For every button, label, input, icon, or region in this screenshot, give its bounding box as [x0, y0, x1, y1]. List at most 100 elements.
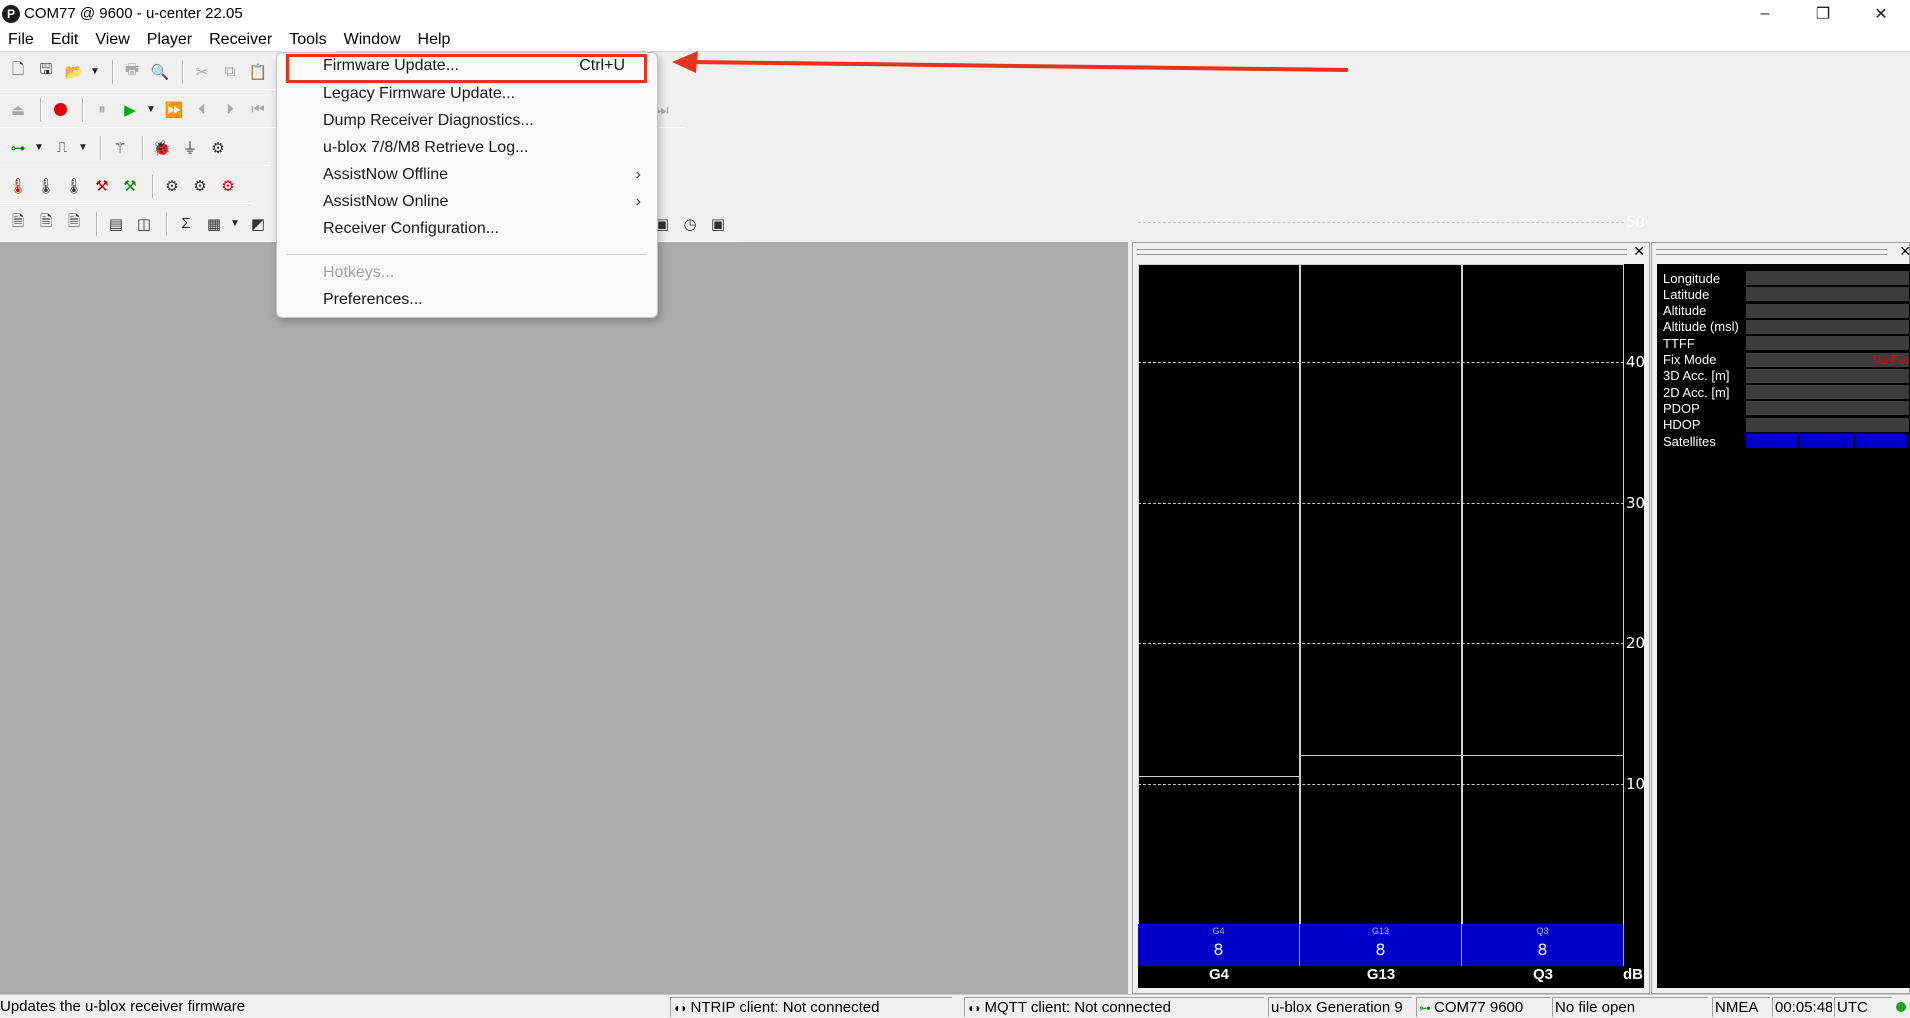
- chart-icon[interactable]: ◩: [246, 212, 270, 236]
- debug-bug-icon[interactable]: 🐞: [150, 136, 174, 160]
- panel-grip[interactable]: [1656, 249, 1887, 255]
- window-controls: – ❐ ✕: [1736, 0, 1910, 27]
- copy-icon[interactable]: ⧉: [218, 60, 242, 84]
- data-row: Altitude (msl): [1663, 319, 1909, 335]
- signal-level-bar: [1300, 755, 1462, 757]
- cut-icon[interactable]: ✂: [190, 60, 214, 84]
- baudrate-dropdown-icon[interactable]: ▼: [78, 142, 90, 153]
- print-icon[interactable]: 🖶: [120, 60, 144, 84]
- status-generation: u-blox Generation 9: [1268, 997, 1412, 1017]
- workspace-area: [0, 242, 1128, 994]
- panel-close-icon[interactable]: ✕: [1633, 243, 1645, 260]
- satellite-count: 8: [1375, 940, 1386, 959]
- tools-menu-item[interactable]: AssistNow Online ›: [323, 189, 641, 215]
- clock-icon[interactable]: ◷: [678, 212, 702, 236]
- menu-separator: [287, 254, 647, 255]
- signal-level-bar: [1462, 755, 1624, 757]
- tools-menu-item[interactable]: u-blox 7/8/M8 Retrieve Log...: [323, 135, 641, 161]
- statistics-icon[interactable]: Σ: [174, 212, 198, 236]
- fast-forward-icon[interactable]: ⏩: [162, 98, 186, 122]
- toolbar-separator: [40, 97, 42, 122]
- menu-window[interactable]: Window: [336, 27, 410, 52]
- open-dropdown-icon[interactable]: ▼: [90, 66, 102, 77]
- reset-config-icon[interactable]: ⚒: [90, 174, 114, 198]
- satellite-indicator: [1746, 434, 1799, 448]
- gear-icon[interactable]: ⚙: [188, 174, 212, 198]
- tools-menu-item-label: Dump Receiver Diagnostics...: [323, 112, 534, 129]
- play-dropdown-icon[interactable]: ▼: [146, 104, 158, 115]
- menu-edit[interactable]: Edit: [43, 27, 88, 52]
- panel-close-icon[interactable]: ✕: [1899, 243, 1910, 260]
- packet-console-icon[interactable]: 🗎: [34, 212, 58, 236]
- print-preview-icon[interactable]: 🔍: [148, 60, 172, 84]
- text-console-icon[interactable]: 🗎: [62, 212, 86, 236]
- y-axis-tick-label: 50: [1626, 212, 1646, 231]
- status-ntrip-text: NTRIP client: Not connected: [690, 999, 880, 1016]
- satellite-box: Q3 8: [1462, 924, 1624, 966]
- record-icon[interactable]: [48, 98, 72, 122]
- tools-menu-item[interactable]: Dump Receiver Diagnostics...: [323, 108, 641, 134]
- cold-start-icon[interactable]: 🌡: [62, 174, 86, 198]
- data-row-label: Fix Mode: [1663, 352, 1717, 367]
- pause-icon[interactable]: ⏸: [90, 98, 114, 122]
- y-axis-tick-label: 30: [1626, 493, 1646, 512]
- signal-chart: 50 40 30 20 10 G4 8 G4 G13 8 G13 Q3 8 Q3 dB: [1138, 213, 1646, 988]
- menu-tools[interactable]: Tools: [281, 26, 336, 52]
- tools-menu-item[interactable]: AssistNow Offline ›: [323, 162, 641, 188]
- paste-icon[interactable]: 📋: [246, 60, 270, 84]
- x-axis-satellite-label: Q3: [1532, 966, 1553, 983]
- tools-menu-item[interactable]: Legacy Firmware Update...: [323, 81, 641, 107]
- status-mqtt: ◖◗ MQTT client: Not connected: [964, 997, 1264, 1017]
- save-config-icon[interactable]: ⚒: [118, 174, 142, 198]
- data-row-value: [1746, 385, 1909, 400]
- gear-icon[interactable]: ⚙: [160, 174, 184, 198]
- tools-menu-item[interactable]: Receiver Configuration...: [323, 216, 641, 242]
- tools-menu-item: Hotkeys...: [323, 260, 641, 286]
- close-button[interactable]: ✕: [1852, 0, 1910, 27]
- data-table: Longitude Latitude Altitude Altitude (msl) T…: [1657, 264, 1910, 988]
- menu-help[interactable]: Help: [410, 27, 460, 52]
- data-row: TTFF: [1663, 335, 1909, 351]
- settings-sliders-icon[interactable]: ⚙: [206, 136, 230, 160]
- grid-icon[interactable]: ▦: [202, 212, 226, 236]
- title-bar: P COM77 @ 9600 - u-center 22.05 – ❐ ✕: [0, 0, 1910, 27]
- new-file-icon[interactable]: 🗋: [6, 60, 30, 84]
- menu-player[interactable]: Player: [139, 27, 201, 52]
- eject-icon[interactable]: ⏏: [6, 98, 30, 122]
- skip-start-icon[interactable]: ⏮: [246, 98, 270, 122]
- open-folder-icon[interactable]: 📂: [62, 60, 86, 84]
- split-view-icon[interactable]: ◫: [132, 212, 156, 236]
- play-icon[interactable]: ▶: [118, 98, 142, 122]
- baudrate-icon[interactable]: ⎍: [50, 136, 74, 160]
- toolbar-reset: 🌡 🌡 🌡 ⚒ ⚒ ⚙ ⚙ ⚙: [0, 168, 252, 204]
- minimize-button[interactable]: –: [1736, 0, 1794, 27]
- connection-dropdown-icon[interactable]: ▼: [34, 142, 46, 153]
- step-back-icon[interactable]: ⏴: [190, 98, 214, 122]
- table-view-icon[interactable]: ▤: [104, 212, 128, 236]
- panel-grip[interactable]: [1137, 249, 1627, 255]
- restore-button[interactable]: ❐: [1794, 0, 1852, 27]
- menu-receiver[interactable]: Receiver: [201, 27, 281, 52]
- gear-red-icon[interactable]: ⚙: [216, 174, 240, 198]
- step-forward-icon[interactable]: ⏵: [218, 98, 242, 122]
- poll-icon[interactable]: ⏚: [178, 136, 202, 160]
- message-view-icon[interactable]: 🗎: [6, 212, 30, 236]
- warm-start-icon[interactable]: 🌡: [34, 174, 58, 198]
- menu-view[interactable]: View: [87, 27, 138, 52]
- autobaud-wand-icon[interactable]: ⚚: [108, 136, 132, 160]
- save-icon[interactable]: 🖫: [34, 60, 58, 84]
- tools-menu-item[interactable]: Preferences...: [323, 287, 641, 313]
- connection-icon[interactable]: ⊶: [6, 136, 30, 160]
- sky-view-icon[interactable]: ▣: [706, 212, 730, 236]
- mqtt-icon: ◖◗: [967, 1001, 982, 1015]
- status-hint: Updates the u-blox receiver firmware: [0, 998, 246, 1015]
- status-indicator-icon: [1896, 997, 1910, 1017]
- satellite-indicator: [1854, 434, 1907, 448]
- hot-start-icon[interactable]: 🌡: [6, 174, 30, 198]
- app-logo-icon: P: [2, 4, 20, 23]
- grid-dropdown-icon[interactable]: ▼: [230, 218, 242, 229]
- annotation-highlight-box: [286, 54, 647, 83]
- data-row-label: HDOP: [1663, 417, 1701, 433]
- tools-menu-item-label: Receiver Configuration...: [323, 220, 500, 237]
- menu-file[interactable]: File: [0, 27, 43, 52]
